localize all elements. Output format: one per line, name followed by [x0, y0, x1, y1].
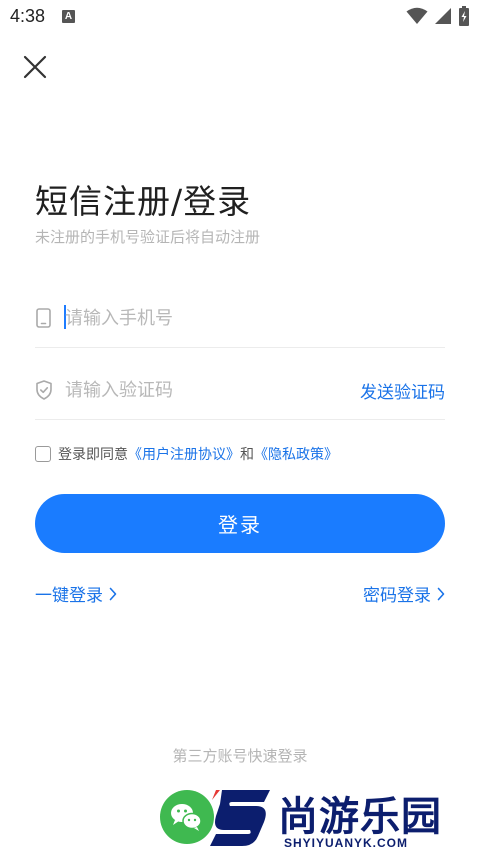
watermark-name: 尚游乐园: [278, 794, 442, 840]
notification-badge: A: [62, 10, 75, 23]
battery-icon: [459, 6, 469, 26]
phone-icon: [36, 308, 51, 328]
shield-icon: [36, 380, 52, 400]
phone-field: [35, 288, 445, 348]
password-login-label: 密码登录: [363, 586, 431, 606]
wechat-icon: [171, 804, 202, 831]
code-field: 发送验证码: [35, 360, 445, 420]
status-icons: [406, 6, 470, 26]
signal-icon: [435, 8, 451, 24]
agreement-row: 登录即同意 《用户注册协议》 和 《隐私政策》: [35, 444, 338, 464]
page-title: 短信注册/登录: [35, 182, 252, 221]
page-subtitle: 未注册的手机号验证后将自动注册: [35, 228, 261, 246]
watermark-s-mark: [210, 790, 270, 846]
code-input[interactable]: [65, 374, 345, 406]
chevron-right-icon: [109, 587, 117, 600]
privacy-policy-link[interactable]: 《隐私政策》: [254, 444, 338, 464]
agreement-prefix: 登录即同意: [58, 447, 128, 463]
close-icon: [23, 55, 47, 79]
status-bar: 4:38 A: [0, 0, 480, 34]
wifi-icon: [406, 7, 428, 24]
user-agreement-link[interactable]: 《用户注册协议》: [128, 444, 240, 464]
watermark-domain: SHYIYUANYK.COM: [284, 836, 409, 850]
login-button[interactable]: 登录: [35, 494, 445, 553]
one-click-login-label: 一键登录: [35, 586, 103, 606]
agreement-conjunction: 和: [240, 447, 254, 463]
agreement-checkbox[interactable]: [35, 446, 51, 462]
password-login-link[interactable]: 密码登录: [363, 581, 445, 606]
wechat-login-button[interactable]: [160, 790, 214, 844]
phone-input[interactable]: [65, 302, 345, 334]
close-button[interactable]: [20, 52, 50, 82]
watermark-logo: 尚游乐园 SHYIYUANYK.COM: [208, 784, 480, 855]
chevron-right-icon: [437, 587, 445, 600]
one-click-login-link[interactable]: 一键登录: [35, 581, 117, 606]
status-time: 4:38: [10, 6, 46, 26]
send-code-button[interactable]: 发送验证码: [360, 378, 445, 403]
third-party-title: 第三方账号快速登录: [172, 747, 308, 765]
